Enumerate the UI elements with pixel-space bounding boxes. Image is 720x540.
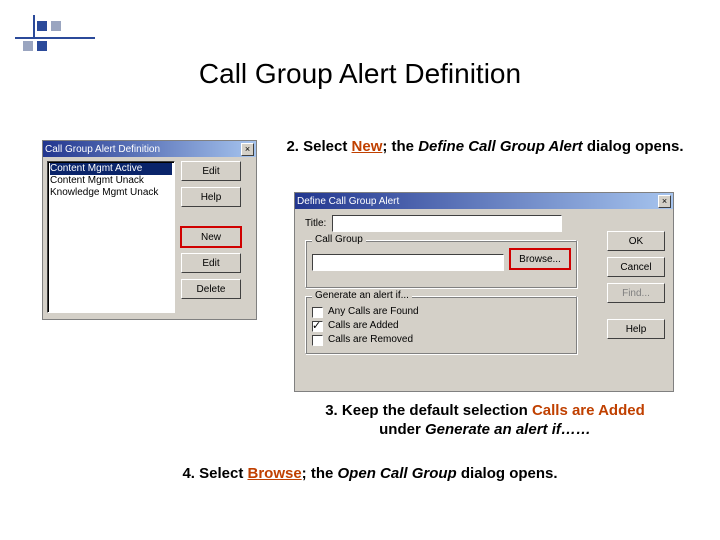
opt-added-row[interactable]: Calls are Added bbox=[312, 319, 570, 333]
dlg2-titlebar: Define Call Group Alert × bbox=[295, 193, 673, 209]
opt-any-label: Any Calls are Found bbox=[328, 305, 419, 319]
step-2-key: New bbox=[352, 138, 383, 155]
dlg2-title: Define Call Group Alert bbox=[297, 196, 399, 207]
edit-button[interactable]: Edit bbox=[181, 161, 241, 181]
step-4-key: Browse bbox=[247, 465, 301, 482]
page-title: Call Group Alert Definition bbox=[0, 58, 720, 90]
opt-added-label: Calls are Added bbox=[328, 319, 399, 333]
call-group-input[interactable] bbox=[312, 254, 504, 271]
opt-any-row[interactable]: Any Calls are Found bbox=[312, 305, 570, 319]
help-button[interactable]: Help bbox=[607, 319, 665, 339]
step-2-text: 2. Select New; the Define Call Group Ale… bbox=[275, 138, 695, 157]
list-item[interactable]: Content Mgmt Active bbox=[50, 163, 172, 175]
call-group-alert-definition-dialog: Call Group Alert Definition × Content Mg… bbox=[42, 140, 257, 320]
step-3-prefix: 3. Keep the default selection bbox=[325, 402, 532, 419]
step-2-em: Define Call Group Alert bbox=[418, 138, 582, 155]
close-icon[interactable]: × bbox=[241, 143, 254, 156]
list-item[interactable]: Content Mgmt Unack bbox=[50, 175, 172, 187]
step-4-em: Open Call Group bbox=[338, 465, 457, 482]
alert-listbox[interactable]: Content Mgmt Active Content Mgmt Unack K… bbox=[47, 161, 175, 313]
find-button[interactable]: Find... bbox=[607, 283, 665, 303]
delete-button[interactable]: Delete bbox=[181, 279, 241, 299]
title-input[interactable] bbox=[332, 215, 562, 232]
generate-alert-label: Generate an alert if... bbox=[312, 290, 412, 301]
checkbox-icon[interactable] bbox=[312, 321, 323, 332]
step-2-suffix: dialog opens. bbox=[583, 138, 684, 155]
step-2-mid: ; the bbox=[382, 138, 418, 155]
cancel-button[interactable]: Cancel bbox=[607, 257, 665, 277]
new-button[interactable]: New bbox=[181, 227, 241, 247]
help-button[interactable]: Help bbox=[181, 187, 241, 207]
close-icon[interactable]: × bbox=[658, 195, 671, 208]
checkbox-icon[interactable] bbox=[312, 335, 323, 346]
define-call-group-alert-dialog: Define Call Group Alert × Title: Call Gr… bbox=[294, 192, 674, 392]
list-item[interactable]: Knowledge Mgmt Unack bbox=[50, 187, 172, 199]
edit2-button[interactable]: Edit bbox=[181, 253, 241, 273]
ok-button[interactable]: OK bbox=[607, 231, 665, 251]
step-4-text: 4. Select Browse; the Open Call Group di… bbox=[60, 465, 680, 484]
opt-removed-label: Calls are Removed bbox=[328, 333, 413, 347]
title-label: Title: bbox=[305, 218, 326, 229]
call-group-label: Call Group bbox=[312, 234, 366, 245]
opt-removed-row[interactable]: Calls are Removed bbox=[312, 333, 570, 347]
step-3-em: Generate an alert if…… bbox=[425, 421, 591, 438]
dlg1-title: Call Group Alert Definition bbox=[45, 144, 160, 155]
checkbox-icon[interactable] bbox=[312, 307, 323, 318]
step-2-prefix: 2. Select bbox=[286, 138, 351, 155]
browse-button[interactable]: Browse... bbox=[510, 249, 570, 269]
step-4-mid: ; the bbox=[302, 465, 338, 482]
step-3-text: 3. Keep the default selection Calls are … bbox=[275, 402, 695, 440]
step-3-key: Calls are Added bbox=[532, 402, 645, 419]
step-4-suffix: dialog opens. bbox=[457, 465, 558, 482]
step-4-prefix: 4. Select bbox=[182, 465, 247, 482]
step-3-mid: under bbox=[379, 421, 425, 438]
dlg1-titlebar: Call Group Alert Definition × bbox=[43, 141, 256, 157]
